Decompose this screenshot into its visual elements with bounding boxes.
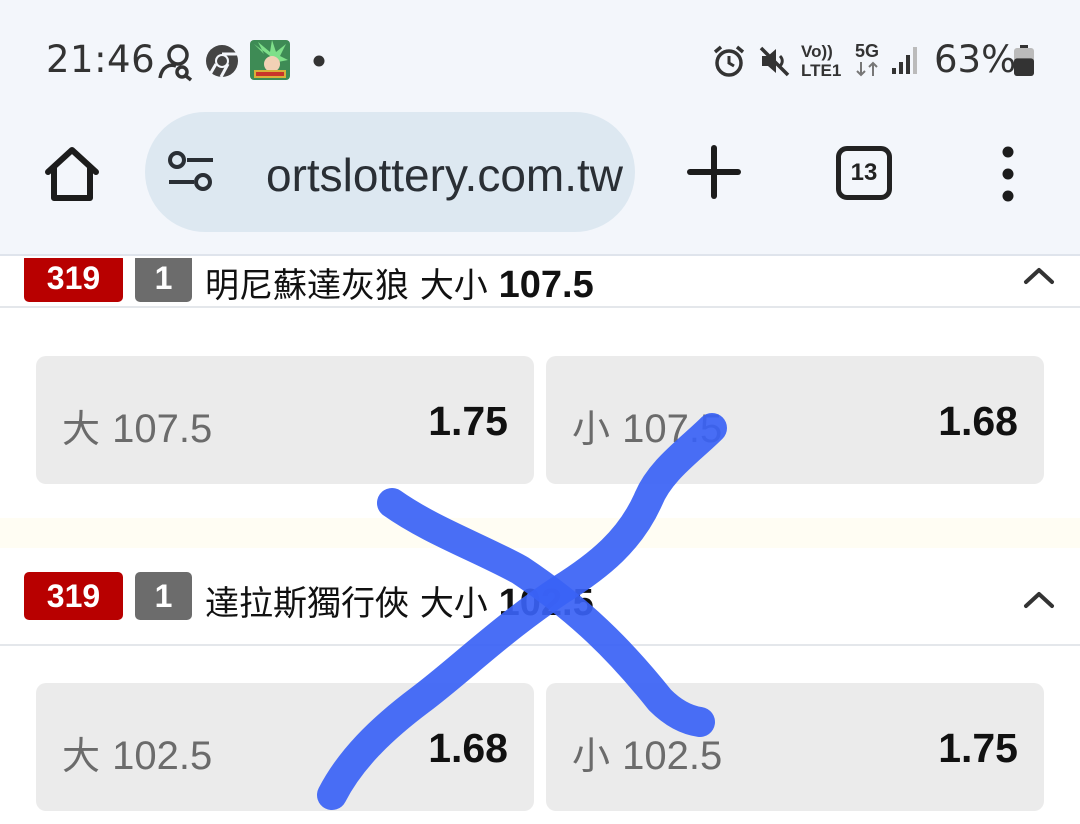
market-line: 107.5	[498, 264, 594, 306]
browser-chrome: 21:46 Vo)) LTE1 5G 63% ortslottery.com.t…	[0, 0, 1080, 256]
selection-side: 小	[572, 734, 611, 778]
odds-button-over[interactable]: 大 102.5 1.68	[36, 683, 534, 811]
status-time: 21:46	[46, 38, 156, 81]
url-text[interactable]: ortslottery.com.tw	[266, 148, 623, 202]
5g-icon: 5G	[852, 42, 882, 82]
chevron-up-icon[interactable]	[1018, 260, 1060, 290]
signal-icon	[892, 47, 917, 74]
selection-line: 102.5	[112, 734, 213, 778]
url-bar[interactable]: ortslottery.com.tw	[145, 112, 635, 232]
site-settings-icon[interactable]	[167, 150, 215, 194]
alarm-icon	[713, 45, 745, 77]
tab-switcher-icon[interactable]: 13	[836, 146, 892, 200]
market-type: 大小	[419, 584, 488, 624]
selection-side: 大	[62, 407, 101, 451]
game-app-icon	[250, 40, 290, 80]
period-badge: 1	[135, 258, 192, 302]
notification-dot-icon	[313, 55, 325, 67]
market-title: 達拉斯獨行俠 大小 102.5	[205, 576, 594, 625]
market-line: 102.5	[498, 582, 594, 624]
browser-toolbar: ortslottery.com.tw 13	[0, 112, 1080, 234]
selection-side: 大	[62, 734, 101, 778]
battery-icon	[1014, 45, 1034, 76]
betting-content: 319 1 明尼蘇達灰狼 大小 107.5 大 107.5 1.75 小 107…	[0, 258, 1080, 824]
volte-label-bottom: LTE1	[801, 61, 842, 80]
selection-label: 小 107.5	[572, 398, 722, 453]
selection-label: 大 102.5	[62, 725, 212, 780]
mute-icon	[759, 46, 790, 77]
selection-label: 小 102.5	[572, 725, 722, 780]
url-text-clip: ortslottery.com.tw	[223, 112, 623, 232]
tab-count: 13	[850, 159, 878, 186]
team-name: 明尼蘇達灰狼	[205, 266, 409, 306]
status-bar: 21:46 Vo)) LTE1 5G 63%	[0, 0, 1080, 120]
event-code-badge: 319	[24, 258, 123, 302]
market-type: 大小	[419, 266, 488, 306]
selection-line: 107.5	[112, 407, 213, 451]
market-header[interactable]: 319 1 達拉斯獨行俠 大小 102.5	[0, 572, 1080, 646]
odds-price: 1.68	[938, 398, 1018, 444]
selection-label: 大 107.5	[62, 398, 212, 453]
data-arrows-icon	[856, 61, 878, 77]
battery-fill	[1014, 58, 1034, 76]
selection-side: 小	[572, 407, 611, 451]
odds-price: 1.75	[428, 398, 508, 444]
more-vert-icon[interactable]	[990, 144, 1026, 204]
odds-button-under[interactable]: 小 107.5 1.68	[546, 356, 1044, 484]
volte-icon: Vo)) LTE1	[801, 42, 845, 80]
home-icon[interactable]	[40, 142, 104, 206]
market-title: 明尼蘇達灰狼 大小 107.5	[205, 258, 594, 307]
selection-line: 107.5	[622, 407, 723, 451]
selection-line: 102.5	[622, 734, 723, 778]
period-badge: 1	[135, 572, 192, 620]
odds-button-over[interactable]: 大 107.5 1.75	[36, 356, 534, 484]
battery-percent: 63%	[934, 38, 1017, 81]
market-separator	[0, 518, 1080, 548]
chrome-icon	[206, 45, 238, 78]
odds-price: 1.68	[428, 725, 508, 771]
event-code-badge: 319	[24, 572, 123, 620]
chevron-up-icon[interactable]	[1018, 584, 1060, 614]
odds-price: 1.75	[938, 725, 1018, 771]
people-search-icon	[158, 44, 193, 82]
plus-icon[interactable]	[684, 142, 744, 202]
volte-label-top: Vo))	[801, 42, 833, 61]
odds-button-under[interactable]: 小 102.5 1.75	[546, 683, 1044, 811]
team-name: 達拉斯獨行俠	[205, 584, 409, 624]
network-label: 5G	[854, 41, 879, 61]
market-header[interactable]: 319 1 明尼蘇達灰狼 大小 107.5	[0, 258, 1080, 308]
